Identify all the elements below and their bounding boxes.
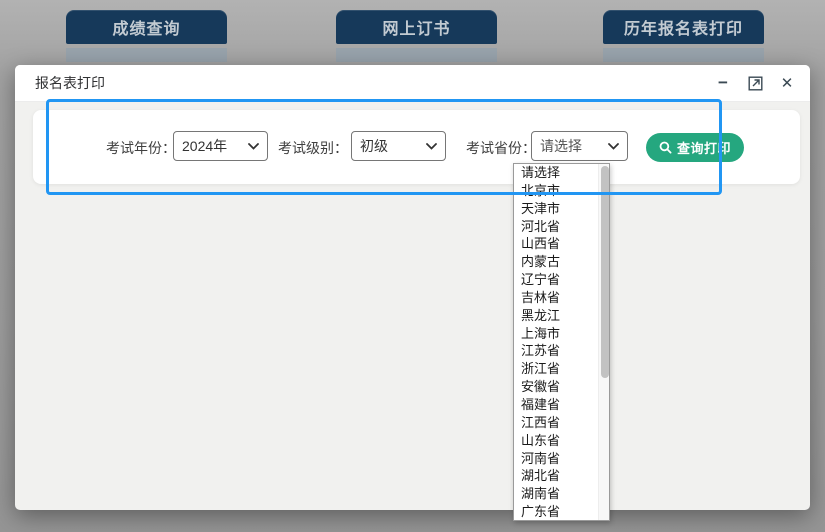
nav-button-reflection — [336, 48, 497, 62]
province-option[interactable]: 江苏省 — [514, 342, 599, 360]
province-option[interactable]: 请选择 — [514, 164, 599, 182]
nav-button-reflection — [66, 48, 227, 62]
exam-province-value: 请选择 — [540, 136, 582, 156]
query-print-button[interactable]: 查询打印 — [646, 133, 744, 162]
maximize-icon[interactable] — [746, 74, 764, 92]
province-option[interactable]: 山西省 — [514, 235, 599, 253]
exam-year-value: 2024年 — [182, 136, 227, 156]
province-option[interactable]: 浙江省 — [514, 360, 599, 378]
province-option[interactable]: 内蒙古 — [514, 253, 599, 271]
province-dropdown-list: 请选择 北京市 天津市 河北省 山西省 内蒙古 辽宁省 吉林省 黑龙江 上海市 … — [513, 163, 610, 521]
modal-header: 报名表打印 − ✕ — [15, 65, 810, 102]
exam-year-label: 考试年份： — [106, 138, 176, 158]
province-option[interactable]: 黑龙江 — [514, 307, 599, 325]
top-navigation: 成绩查询 网上订书 历年报名表打印 — [0, 0, 825, 65]
nav-slot: 历年报名表打印 — [603, 10, 764, 62]
province-option[interactable]: 湖南省 — [514, 485, 599, 503]
modal-title: 报名表打印 — [35, 73, 105, 93]
province-option[interactable]: 河南省 — [514, 450, 599, 468]
province-option[interactable]: 辽宁省 — [514, 271, 599, 289]
exam-level-label: 考试级别： — [278, 138, 348, 158]
dropdown-scrollbar-thumb[interactable] — [601, 166, 609, 378]
province-option[interactable]: 安徽省 — [514, 378, 599, 396]
province-option[interactable]: 北京市 — [514, 182, 599, 200]
exam-level-value: 初级 — [360, 136, 388, 156]
province-option[interactable]: 广东省 — [514, 503, 599, 520]
nav-slot: 网上订书 — [336, 10, 497, 62]
query-form-card: 考试年份： 2024年 考试级别： 初级 考试省份： 请选择 — [33, 110, 800, 184]
province-option[interactable]: 天津市 — [514, 200, 599, 218]
province-options: 请选择 北京市 天津市 河北省 山西省 内蒙古 辽宁省 吉林省 黑龙江 上海市 … — [514, 164, 599, 520]
exam-level-select[interactable]: 初级 — [351, 131, 446, 161]
dropdown-scrollbar[interactable] — [598, 164, 609, 520]
province-option[interactable]: 河北省 — [514, 218, 599, 236]
chevron-down-icon — [608, 143, 619, 150]
query-form-row: 考试年份： 2024年 考试级别： 初级 考试省份： 请选择 — [33, 110, 800, 184]
province-option[interactable]: 福建省 — [514, 396, 599, 414]
province-option[interactable]: 江西省 — [514, 414, 599, 432]
province-option[interactable]: 上海市 — [514, 325, 599, 343]
chevron-down-icon — [248, 143, 259, 150]
close-icon[interactable]: ✕ — [778, 74, 796, 92]
modal-controls: − ✕ — [714, 74, 796, 92]
query-print-label: 查询打印 — [677, 138, 731, 157]
magnifier-icon — [659, 141, 672, 154]
exam-province-select[interactable]: 请选择 — [531, 131, 628, 161]
print-registration-modal: 报名表打印 − ✕ 考试年份： 2024年 考试级别： 初级 — [15, 65, 810, 510]
nav-button-reflection — [603, 48, 764, 62]
province-option[interactable]: 吉林省 — [514, 289, 599, 307]
nav-button[interactable]: 网上订书 — [336, 10, 497, 44]
chevron-down-icon — [426, 143, 437, 150]
nav-button[interactable]: 历年报名表打印 — [603, 10, 764, 44]
nav-slot: 成绩查询 — [66, 10, 227, 62]
exam-year-select[interactable]: 2024年 — [173, 131, 268, 161]
province-option[interactable]: 湖北省 — [514, 467, 599, 485]
province-option[interactable]: 山东省 — [514, 432, 599, 450]
nav-button[interactable]: 成绩查询 — [66, 10, 227, 44]
exam-province-label: 考试省份： — [466, 138, 536, 158]
minimize-icon[interactable]: − — [714, 74, 732, 92]
